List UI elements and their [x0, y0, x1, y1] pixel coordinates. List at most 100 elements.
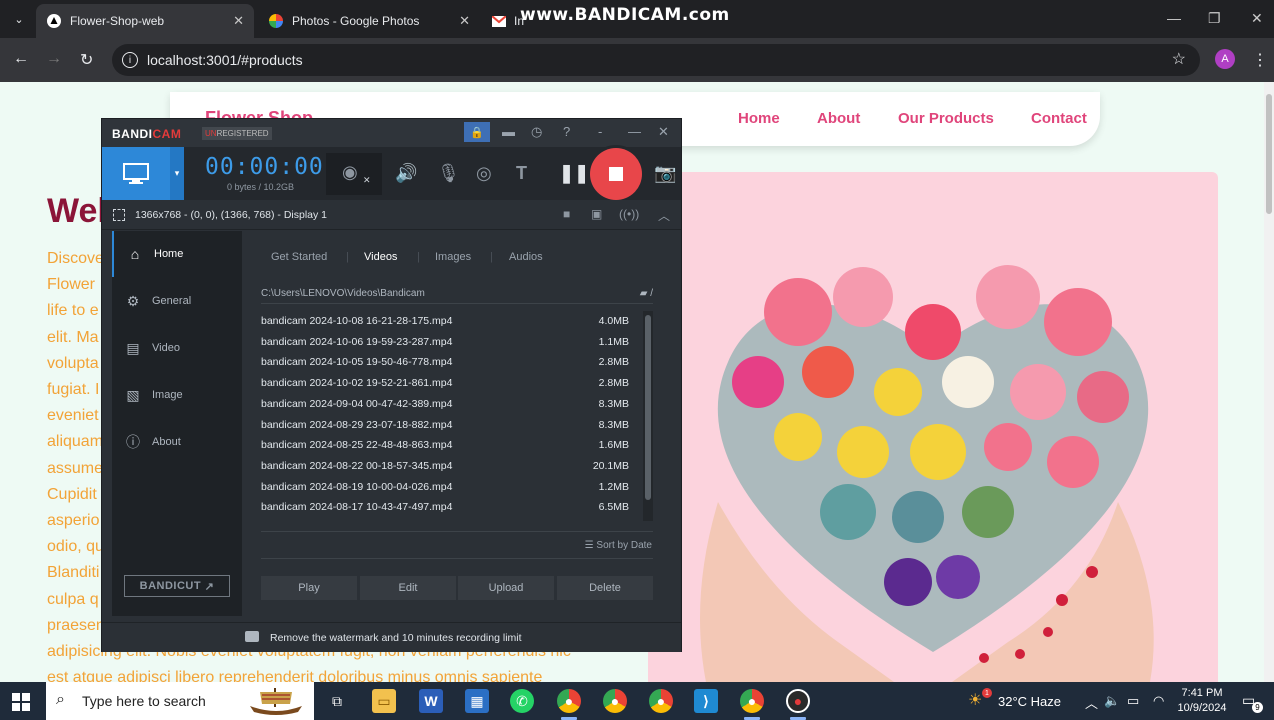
- sidebar-item-video[interactable]: ▤ Video: [112, 325, 242, 371]
- taskbar-clock[interactable]: 7:41 PM 10/9/2024: [1170, 686, 1234, 716]
- task-view-icon[interactable]: ⧉: [325, 689, 349, 713]
- list-item[interactable]: bandicam 2024-10-02 19-52-21-861.mp4 2.8M…: [261, 373, 629, 393]
- file-list-scrollbar[interactable]: [643, 311, 653, 521]
- lock-icon[interactable]: 🔒: [464, 122, 490, 142]
- collapse-icon[interactable]: ︿: [658, 207, 670, 224]
- back-icon[interactable]: ←: [13, 50, 29, 68]
- weather-badge: 1: [982, 688, 992, 698]
- profile-avatar[interactable]: A: [1215, 49, 1235, 69]
- bandicut-button[interactable]: BANDICUT ↗: [124, 575, 230, 597]
- minimize-icon[interactable]: —: [628, 124, 641, 139]
- clock-icon[interactable]: ◷: [531, 124, 542, 140]
- tab-images[interactable]: Images: [435, 251, 471, 263]
- whatsapp-icon[interactable]: ✆: [510, 689, 534, 713]
- windows-start-icon[interactable]: [12, 693, 30, 711]
- delete-button[interactable]: Delete: [557, 576, 653, 600]
- broadcast-icon[interactable]: ((•)): [619, 207, 639, 221]
- sort-by-date-button[interactable]: ☰ Sort by Date: [585, 540, 652, 551]
- webcam-button[interactable]: ◉ ✕: [326, 153, 382, 195]
- scrollbar-thumb[interactable]: [645, 315, 651, 500]
- volume-icon[interactable]: 🔈: [1104, 693, 1120, 709]
- stop-record-button[interactable]: [590, 148, 642, 200]
- text-overlay-icon[interactable]: T: [516, 163, 527, 184]
- pause-icon[interactable]: ❚❚: [559, 163, 589, 184]
- reload-icon[interactable]: ↻: [80, 50, 93, 70]
- close-icon[interactable]: ✕: [658, 124, 669, 140]
- nav-home[interactable]: Home: [738, 110, 780, 127]
- restore-icon[interactable]: ❐: [1208, 10, 1221, 27]
- list-item[interactable]: bandicam 2024-08-19 10-00-04-026.mp4 1.2M…: [261, 477, 629, 497]
- weather-text[interactable]: 32°C Haze: [998, 694, 1061, 709]
- tab-videos[interactable]: Videos: [364, 251, 397, 263]
- edit-button[interactable]: Edit: [360, 576, 456, 600]
- microsoft-store-icon[interactable]: ▦: [465, 689, 489, 713]
- url-text[interactable]: localhost:3001/#products: [147, 52, 303, 68]
- tab-get-started[interactable]: Get Started: [271, 251, 327, 263]
- mini-mode-icon[interactable]: -: [598, 124, 602, 139]
- upload-button[interactable]: Upload: [458, 576, 554, 600]
- address-bar[interactable]: i localhost:3001/#products ☆: [112, 44, 1200, 76]
- tab-google-photos[interactable]: Photos - Google Photos ✕: [258, 4, 480, 38]
- bookmark-star-icon[interactable]: ☆: [1172, 49, 1186, 69]
- tab-gmail[interactable]: In: [482, 4, 524, 38]
- sidebar-item-about[interactable]: ⓘ About: [112, 419, 242, 465]
- image-icon[interactable]: ▣: [591, 207, 602, 221]
- vscode-icon[interactable]: ⟩: [694, 689, 718, 713]
- taskbar-search[interactable]: ⌕ Type here to search: [46, 682, 314, 720]
- tab-audios[interactable]: Audios: [509, 251, 543, 263]
- scrollbar-thumb[interactable]: [1266, 94, 1272, 214]
- tab-search-button[interactable]: ⌄: [8, 8, 30, 30]
- list-item[interactable]: bandicam 2024-10-06 19-59-23-287.mp4 1.1M…: [261, 332, 629, 352]
- nav-contact[interactable]: Contact: [1031, 110, 1087, 127]
- area-select-icon[interactable]: [113, 209, 125, 221]
- screen-mode-button[interactable]: [102, 147, 170, 200]
- folder-icon[interactable]: ▬: [502, 124, 515, 139]
- wifi-icon[interactable]: ◠: [1153, 693, 1164, 709]
- page-scrollbar[interactable]: [1264, 82, 1274, 682]
- bandicam-titlebar[interactable]: BANDICAM UNREGISTERED 🔒 ▬ ◷ ? - — ✕: [102, 119, 681, 147]
- battery-icon[interactable]: ▭: [1127, 693, 1139, 709]
- search-placeholder[interactable]: Type here to search: [82, 693, 206, 709]
- nav-about[interactable]: About: [817, 110, 860, 127]
- word-icon[interactable]: W: [419, 689, 443, 713]
- bandicam-window: BANDICAM UNREGISTERED 🔒 ▬ ◷ ? - — ✕ ▾ 00…: [101, 118, 682, 652]
- video-icon[interactable]: ■: [563, 207, 570, 221]
- sidebar-item-home[interactable]: ⌂ Home: [112, 231, 242, 277]
- tab-flower-shop[interactable]: Flower-Shop-web ✕: [36, 4, 254, 38]
- open-folder-icon[interactable]: ▰ /: [640, 288, 653, 299]
- forward-icon[interactable]: →: [46, 50, 62, 68]
- speaker-icon[interactable]: 🔊: [395, 163, 417, 184]
- sidebar-item-general[interactable]: ⚙ General: [112, 278, 242, 324]
- list-item[interactable]: bandicam 2024-08-22 00-18-57-345.mp4 20.1…: [261, 456, 629, 476]
- nav-our-products[interactable]: Our Products: [898, 110, 994, 127]
- microphone-icon[interactable]: 🎙: [437, 163, 460, 184]
- image-settings-icon: ▧: [126, 386, 140, 403]
- site-info-icon[interactable]: i: [122, 52, 138, 68]
- watermark-notice[interactable]: Remove the watermark and 10 minutes reco…: [270, 632, 522, 644]
- chrome-profile-3-icon[interactable]: ●: [740, 689, 764, 713]
- list-item[interactable]: bandicam 2024-10-08 16-21-28-175.mp4 4.0M…: [261, 311, 629, 331]
- minimize-icon[interactable]: —: [1167, 10, 1181, 26]
- chevron-up-icon[interactable]: ︿: [1085, 693, 1098, 712]
- chrome-profile-icon[interactable]: ●: [557, 689, 581, 713]
- list-item[interactable]: bandicam 2024-08-17 10-43-47-497.mp4 6.5M…: [261, 497, 629, 517]
- chrome-icon[interactable]: ●: [603, 689, 627, 713]
- list-item[interactable]: bandicam 2024-09-04 00-47-42-389.mp4 8.3M…: [261, 394, 629, 414]
- sidebar-item-image[interactable]: ▧ Image: [112, 372, 242, 418]
- bandicam-record-icon[interactable]: ●: [786, 689, 810, 713]
- help-icon[interactable]: ?: [563, 124, 570, 139]
- list-item[interactable]: bandicam 2024-10-05 19-50-46-778.mp4 2.8M…: [261, 352, 629, 372]
- play-button[interactable]: Play: [261, 576, 357, 600]
- cursor-effect-icon[interactable]: ◎: [476, 163, 492, 184]
- list-item[interactable]: bandicam 2024-08-25 22-48-48-863.mp4 1.6M…: [261, 435, 629, 455]
- close-icon[interactable]: ✕: [459, 13, 470, 29]
- list-item[interactable]: bandicam 2024-08-29 23-07-18-882.mp4 8.3M…: [261, 415, 629, 435]
- close-icon[interactable]: ✕: [233, 13, 244, 29]
- mode-dropdown-icon[interactable]: ▾: [170, 147, 184, 200]
- more-menu-icon[interactable]: ⋮: [1252, 50, 1268, 70]
- bandicam-footer[interactable]: Remove the watermark and 10 minutes reco…: [102, 622, 681, 652]
- window-close-icon[interactable]: ✕: [1251, 10, 1263, 27]
- camera-snapshot-icon[interactable]: 📷: [654, 163, 676, 184]
- chrome-profile-2-icon[interactable]: ●: [649, 689, 673, 713]
- file-explorer-icon[interactable]: ▭: [372, 689, 396, 713]
